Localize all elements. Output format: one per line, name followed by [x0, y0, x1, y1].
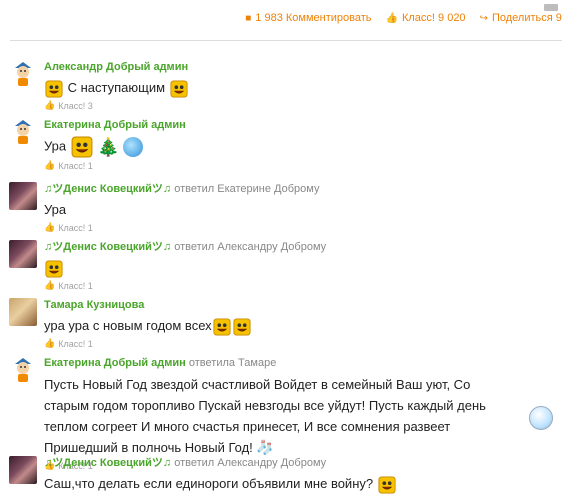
- stocking-icon: 🧦: [256, 439, 274, 455]
- avatar[interactable]: [9, 298, 37, 326]
- post-actions: ■ 1 983 Комментировать 👍 Класс! 9 020 ↪ …: [245, 12, 562, 24]
- like-action[interactable]: 👍 Класс! 9 020: [386, 12, 466, 24]
- like-action-label: Класс! 9 020: [401, 12, 466, 24]
- reply-to[interactable]: ответила Тамаре: [189, 357, 276, 369]
- comment-text: Ура: [44, 202, 67, 217]
- comment-author[interactable]: Тамара Кузницова: [44, 299, 144, 311]
- reply-to[interactable]: ответил Александру Доброму: [174, 241, 326, 253]
- comment-author[interactable]: Екатерина Добрый админ: [44, 357, 186, 369]
- comment-action-label: 1 983 Комментировать: [255, 12, 372, 24]
- comment-text: ура ура с новым годом всех: [44, 318, 212, 333]
- smiley-icon: [45, 260, 63, 278]
- comment-text: Саш,что делать если единороги объявили м…: [44, 476, 374, 491]
- santa-smiley-icon: [71, 136, 93, 158]
- reply-to[interactable]: ответил Александру Доброму: [174, 457, 326, 469]
- share-action[interactable]: ↪ Поделиться 91: [480, 12, 562, 24]
- comment-author[interactable]: Александр Добрый админ: [44, 61, 188, 73]
- comment-author[interactable]: ♫ツДенис Ковецкийツ♫: [44, 457, 171, 469]
- avatar[interactable]: [9, 356, 37, 384]
- comment-author[interactable]: Екатерина Добрый админ: [44, 119, 186, 131]
- avatar[interactable]: [9, 240, 37, 268]
- thumbs-up-icon: 👍: [44, 280, 56, 290]
- snow-globe-icon: [529, 406, 553, 430]
- avatar[interactable]: [9, 60, 37, 88]
- comment-text: С наступающим: [67, 80, 166, 95]
- reply-to[interactable]: ответил Екатерине Доброму: [174, 183, 319, 195]
- thumbs-up-icon: 👍: [385, 12, 398, 24]
- divider: [10, 40, 562, 41]
- snow-globe-icon: [123, 137, 144, 157]
- smiley-icon: [378, 476, 396, 494]
- comment-likes[interactable]: 👍 Класс! 1: [44, 338, 562, 349]
- comment-likes[interactable]: 👍 Класс! 1: [44, 222, 562, 233]
- thumbs-up-icon: 👍: [44, 100, 56, 110]
- avatar[interactable]: [9, 182, 37, 210]
- comment-likes[interactable]: 👍 Класс! 3: [44, 100, 562, 111]
- thumbs-up-icon: 👍: [44, 338, 56, 348]
- comment-author[interactable]: ♫ツДенис Ковецкийツ♫: [44, 241, 171, 253]
- comment-likes[interactable]: 👍 Класс! 1: [44, 160, 562, 171]
- share-action-label: Поделиться 91: [491, 12, 562, 24]
- comment-icon: ■: [245, 12, 252, 24]
- comment-action[interactable]: ■ 1 983 Комментировать: [245, 12, 371, 24]
- comment-likes[interactable]: 👍 Класс! 1: [44, 280, 562, 291]
- share-icon: ↪: [479, 12, 488, 24]
- heart-eyes-icon: [233, 318, 251, 336]
- smiley-icon: [170, 80, 188, 98]
- post-actions-bar: ■ 1 983 Комментировать 👍 Класс! 9 020 ↪ …: [0, 0, 562, 41]
- avatar[interactable]: [9, 118, 37, 146]
- comment-text: Ура: [44, 138, 67, 154]
- thumbs-up-icon: 👍: [44, 160, 56, 170]
- scrollbar[interactable]: [544, 4, 558, 11]
- smiley-icon: [45, 80, 63, 98]
- christmas-tree-icon: 🎄: [97, 137, 120, 157]
- heart-eyes-icon: [213, 318, 231, 336]
- avatar[interactable]: [9, 456, 37, 484]
- thumbs-up-icon: 👍: [44, 222, 56, 232]
- comment-author[interactable]: ♫ツДенис Ковецкийツ♫: [44, 183, 171, 195]
